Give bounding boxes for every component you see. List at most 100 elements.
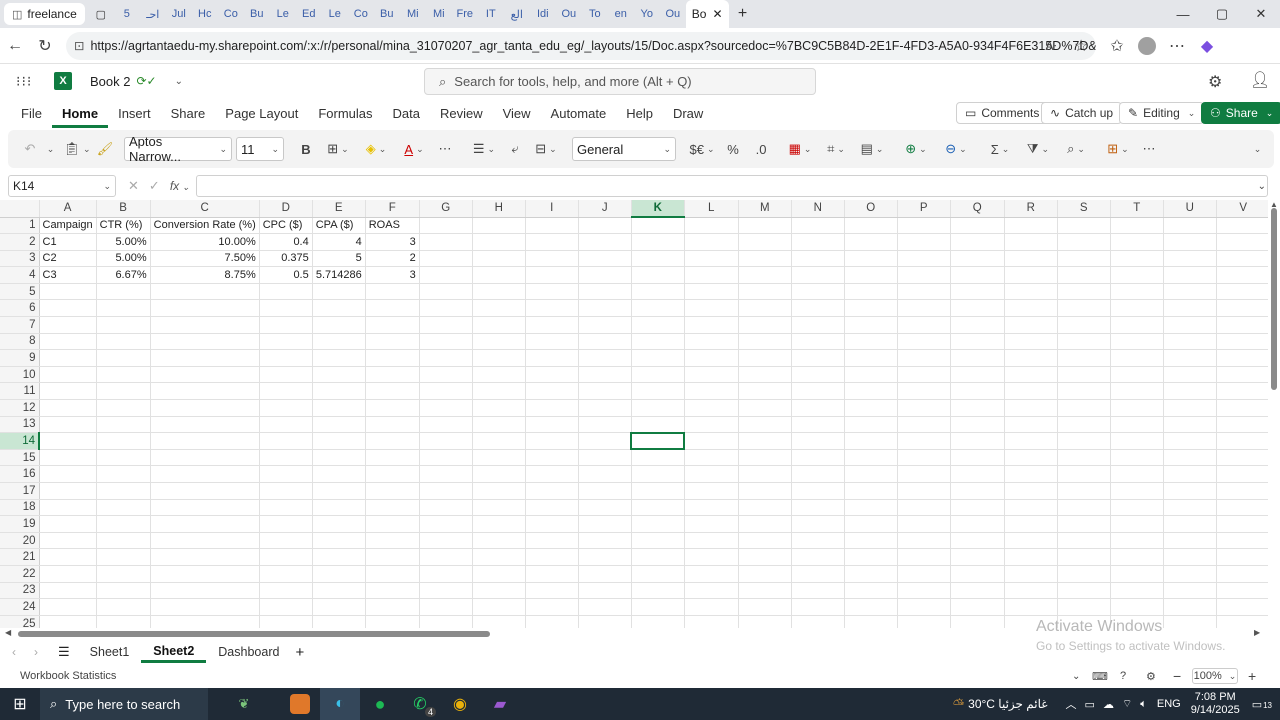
cell[interactable] xyxy=(96,449,151,467)
cell[interactable] xyxy=(150,283,260,301)
cell[interactable] xyxy=(312,382,366,401)
cell[interactable] xyxy=(1057,515,1111,533)
cell[interactable] xyxy=(312,598,366,616)
comments-button[interactable]: ▭ Comments xyxy=(956,102,1049,124)
row-header[interactable]: 25 xyxy=(0,615,40,628)
cell[interactable] xyxy=(96,416,151,434)
insert-cells-icon[interactable]: ⊕ ⌄ xyxy=(896,135,936,163)
cancel-icon[interactable]: ✕ xyxy=(128,178,139,194)
cell[interactable]: 3 xyxy=(365,266,420,284)
column-header[interactable]: F xyxy=(365,200,420,218)
addins-icon[interactable]: ⊞ ⌄ xyxy=(1100,135,1136,163)
cell[interactable] xyxy=(150,615,260,628)
cell[interactable] xyxy=(1163,366,1217,384)
cell[interactable] xyxy=(791,515,845,533)
select-all-corner[interactable] xyxy=(0,200,40,218)
cell[interactable] xyxy=(791,233,845,251)
cell[interactable] xyxy=(1057,283,1111,301)
number-format-select[interactable]: General ⌄ xyxy=(572,137,676,161)
cell[interactable] xyxy=(525,582,579,600)
sheet-tab-sheet2[interactable]: Sheet2 xyxy=(141,641,207,663)
row-header[interactable]: 13 xyxy=(0,416,40,434)
onenote-icon[interactable]: ▰ xyxy=(480,688,520,720)
browser-tab[interactable]: Mi xyxy=(400,0,426,28)
cell[interactable] xyxy=(150,333,260,351)
cell[interactable] xyxy=(1004,565,1058,583)
cell[interactable] xyxy=(525,515,579,533)
cell[interactable] xyxy=(1057,316,1111,334)
cell[interactable] xyxy=(684,598,739,616)
cell[interactable] xyxy=(1216,217,1271,235)
row-header[interactable]: 10 xyxy=(0,366,40,384)
menu-page-layout[interactable]: Page Layout xyxy=(215,98,308,128)
cell[interactable] xyxy=(419,615,473,628)
cell[interactable] xyxy=(1057,598,1111,616)
cell[interactable] xyxy=(844,548,898,566)
cell[interactable] xyxy=(897,233,951,251)
cell[interactable] xyxy=(1110,432,1164,450)
cell[interactable] xyxy=(1216,399,1271,417)
cell[interactable] xyxy=(1057,250,1111,268)
cell[interactable] xyxy=(1163,582,1217,600)
cell[interactable] xyxy=(419,499,473,517)
cell[interactable] xyxy=(684,217,739,235)
cell[interactable] xyxy=(150,565,260,583)
cell[interactable] xyxy=(525,250,579,268)
cell[interactable] xyxy=(525,283,579,301)
cell[interactable] xyxy=(1163,382,1217,401)
cell[interactable] xyxy=(897,532,951,550)
cell[interactable] xyxy=(419,399,473,417)
cell[interactable] xyxy=(950,299,1005,318)
cell[interactable] xyxy=(96,432,151,450)
cell[interactable] xyxy=(791,532,845,550)
cell[interactable] xyxy=(39,465,97,483)
cell[interactable] xyxy=(578,399,632,417)
cell[interactable] xyxy=(259,565,313,583)
cell[interactable] xyxy=(631,565,685,583)
cell[interactable] xyxy=(472,548,526,566)
cell[interactable] xyxy=(844,416,898,434)
cell[interactable] xyxy=(684,432,739,450)
cell[interactable] xyxy=(631,465,685,483)
cell[interactable] xyxy=(525,299,579,318)
cell[interactable] xyxy=(259,515,313,533)
row-header[interactable]: 18 xyxy=(0,499,40,517)
cell[interactable] xyxy=(738,250,792,268)
cell[interactable] xyxy=(419,465,473,483)
cell[interactable] xyxy=(312,548,366,566)
cell[interactable] xyxy=(1216,582,1271,600)
cell[interactable] xyxy=(419,217,473,235)
cell[interactable] xyxy=(631,449,685,467)
cell[interactable] xyxy=(525,449,579,467)
vertical-scrollbar[interactable]: ▲ xyxy=(1268,200,1280,628)
menu-insert[interactable]: Insert xyxy=(108,98,161,128)
cell[interactable] xyxy=(950,515,1005,533)
row-header[interactable]: 1 xyxy=(0,217,40,235)
cell[interactable] xyxy=(96,349,151,367)
cell[interactable] xyxy=(259,349,313,367)
cell[interactable] xyxy=(684,349,739,367)
cell[interactable] xyxy=(791,299,845,318)
cell[interactable] xyxy=(259,416,313,434)
cell[interactable] xyxy=(96,565,151,583)
cell[interactable] xyxy=(1216,266,1271,284)
cell[interactable] xyxy=(1004,233,1058,251)
expand-formula-icon[interactable]: ⌄ xyxy=(1258,181,1266,192)
cell[interactable] xyxy=(844,532,898,550)
cell[interactable] xyxy=(1110,499,1164,517)
view-icon[interactable]: ⌨ xyxy=(1092,670,1108,683)
cell[interactable] xyxy=(365,465,420,483)
cell[interactable] xyxy=(844,250,898,268)
delete-cells-icon[interactable]: ⊖ ⌄ xyxy=(936,135,976,163)
cell[interactable] xyxy=(1110,449,1164,467)
cell[interactable]: 5 xyxy=(312,250,366,268)
browser-tab[interactable]: Jul xyxy=(166,0,192,28)
cell[interactable] xyxy=(1110,283,1164,301)
more-font-options-icon[interactable]: ⋯ xyxy=(432,135,458,163)
column-header[interactable]: K xyxy=(631,200,685,218)
cell[interactable] xyxy=(791,482,845,500)
help-icon[interactable]: ? xyxy=(1120,670,1126,682)
cell[interactable]: 7.50% xyxy=(150,250,260,268)
cell[interactable] xyxy=(1110,266,1164,284)
browser-tab[interactable]: Yo xyxy=(634,0,660,28)
